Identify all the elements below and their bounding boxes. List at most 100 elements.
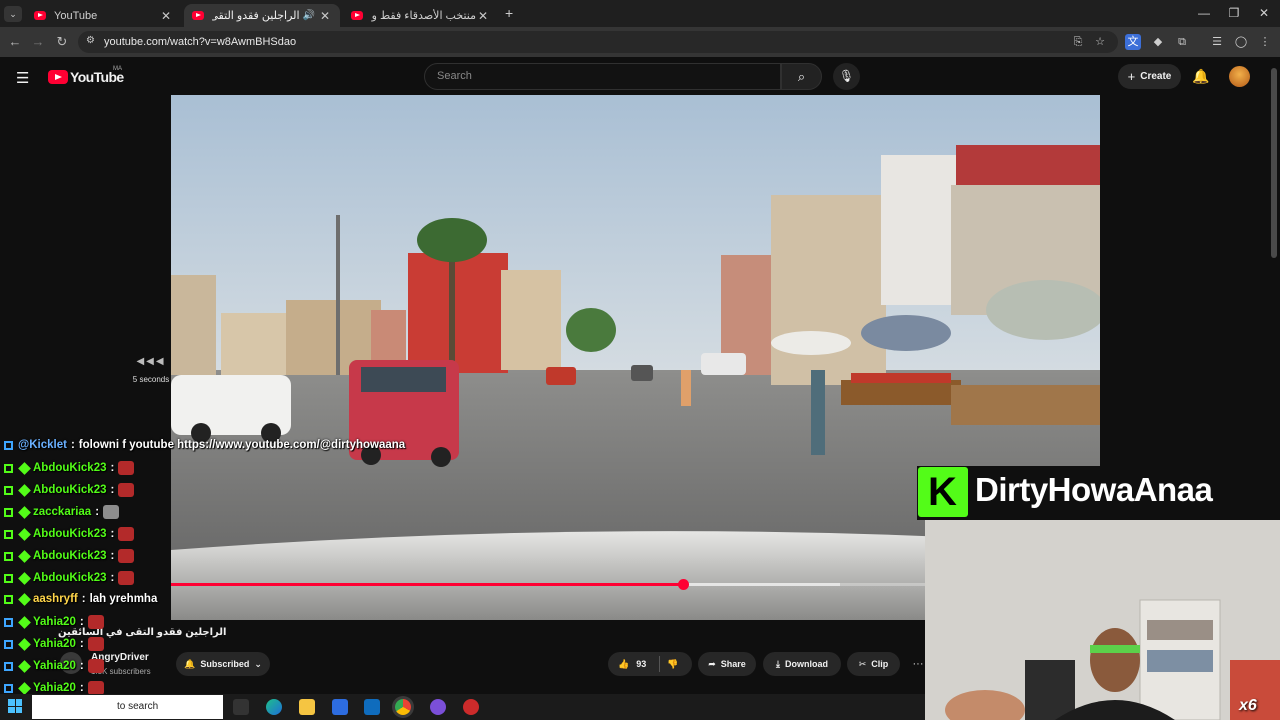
chat-username[interactable]: zacckariaa xyxy=(33,506,91,518)
dislike-thumb-icon[interactable]: 👎 xyxy=(667,659,678,670)
chat-username[interactable]: @Kicklet xyxy=(18,439,67,451)
extensions-puzzle-icon[interactable]: ⧉ xyxy=(1174,34,1190,50)
chrome-menu-icon[interactable]: ⋮ xyxy=(1257,34,1273,50)
progress-bar-played xyxy=(171,583,684,586)
chat-badge-icon xyxy=(4,551,13,561)
forward-arrow-icon[interactable]: → xyxy=(29,33,47,51)
like-thumb-icon[interactable]: 👍 xyxy=(618,659,629,670)
subscriber-badge-icon xyxy=(18,659,31,673)
task-view-icon[interactable] xyxy=(233,699,249,715)
obs-studio-icon[interactable] xyxy=(430,699,446,715)
chat-badge-icon xyxy=(4,617,13,627)
chat-username[interactable]: AbdouKick23 xyxy=(33,550,107,562)
restore-button[interactable]: ❐ xyxy=(1219,4,1249,22)
create-button[interactable]: + Create xyxy=(1118,64,1181,89)
url-text[interactable]: youtube.com/watch?v=w8AwmBHSdao xyxy=(104,36,296,48)
window-close-button[interactable]: ✕ xyxy=(1249,4,1279,22)
create-label: Create xyxy=(1140,71,1172,82)
windows-start-icon[interactable] xyxy=(8,699,22,713)
share-label: Share xyxy=(720,659,746,669)
chat-message: AbdouKick23: xyxy=(4,527,135,541)
store-icon[interactable] xyxy=(332,699,348,715)
tab-title: YouTube xyxy=(54,9,98,22)
chat-badge-icon xyxy=(4,485,13,495)
browser-tab-youtube[interactable]: YouTube ✕ xyxy=(26,4,181,27)
file-explorer-icon[interactable] xyxy=(299,699,315,715)
chat-badge-icon xyxy=(4,661,13,671)
subscriber-badge-icon xyxy=(18,592,31,606)
outlook-icon[interactable] xyxy=(364,699,380,715)
subscriber-badge-icon xyxy=(18,483,31,497)
new-tab-button[interactable]: + xyxy=(505,5,513,21)
browser-tab-active-video[interactable]: الراجلين فقدو التقى في السا 🔊 ✕ xyxy=(184,4,340,27)
chat-separator: : xyxy=(110,528,115,540)
minimize-button[interactable]: — xyxy=(1189,4,1219,22)
chat-message: zacckariaa: xyxy=(4,505,120,519)
clip-label: Clip xyxy=(871,659,889,669)
app-icon[interactable] xyxy=(463,699,479,715)
chat-text: lah yrehmha xyxy=(89,593,158,605)
voice-search-button[interactable]: 🎙 xyxy=(833,63,860,90)
subscriber-badge-icon xyxy=(18,527,31,541)
chat-username[interactable]: Yahia20 xyxy=(33,660,76,672)
search-input[interactable]: Search xyxy=(424,63,781,90)
search-button[interactable]: ⌕ xyxy=(781,63,822,90)
speaker-icon[interactable]: 🔊 xyxy=(303,10,315,21)
close-icon[interactable]: ✕ xyxy=(159,9,173,23)
browser-tab-other-video[interactable]: منتخب الأصدقاء فقط ولا مكان لـ ✕ xyxy=(343,4,498,27)
chrome-taskbar-icon[interactable] xyxy=(395,699,411,715)
chat-message: AbdouKick23: xyxy=(4,549,135,563)
close-icon[interactable]: ✕ xyxy=(476,9,490,23)
chat-username[interactable]: Yahia20 xyxy=(33,682,76,694)
bookmark-star-icon[interactable]: ☆ xyxy=(1092,34,1108,50)
chat-username[interactable]: AbdouKick23 xyxy=(33,572,107,584)
hamburger-menu-icon[interactable]: ☰ xyxy=(16,69,29,87)
install-app-icon[interactable]: ⎘ xyxy=(1070,34,1086,50)
share-button[interactable]: ➦ Share xyxy=(698,652,756,676)
plus-icon: + xyxy=(1127,69,1136,84)
chat-username[interactable]: Yahia20 xyxy=(33,638,76,650)
share-arrow-icon: ➦ xyxy=(708,658,716,669)
taskbar-search-box[interactable]: to search xyxy=(32,695,223,719)
reload-icon[interactable]: ↻ xyxy=(53,33,71,51)
chat-message: AbdouKick23: xyxy=(4,571,135,585)
close-icon[interactable]: ✕ xyxy=(318,9,332,23)
page-scrollbar[interactable] xyxy=(1271,68,1277,258)
account-avatar[interactable] xyxy=(1229,66,1250,87)
edge-browser-icon[interactable] xyxy=(266,699,282,715)
profile-icon[interactable]: ◯ xyxy=(1233,34,1249,50)
search-icon: ⌕ xyxy=(797,69,806,84)
download-button[interactable]: ⤓ Download xyxy=(763,652,841,676)
notifications-bell-icon[interactable]: 🔔 xyxy=(1192,68,1209,85)
like-count[interactable]: 93 xyxy=(636,659,646,669)
chat-username[interactable]: AbdouKick23 xyxy=(33,462,107,474)
scissors-icon: ✂ xyxy=(858,658,867,669)
tab-search-list-icon[interactable]: ☰ xyxy=(1209,34,1225,50)
back-arrow-icon[interactable]: ← xyxy=(6,33,24,51)
chat-badge-icon xyxy=(4,529,13,539)
subscribed-button[interactable]: 🔔 Subscribed ⌄ xyxy=(176,652,270,676)
progress-scrubber-handle[interactable] xyxy=(677,579,689,590)
chat-separator: : xyxy=(81,593,86,605)
chat-message: AbdouKick23: xyxy=(4,483,135,497)
chat-username[interactable]: AbdouKick23 xyxy=(33,484,107,496)
tab-search-icon[interactable]: ⌄ xyxy=(4,6,22,22)
chat-username[interactable]: AbdouKick23 xyxy=(33,528,107,540)
chat-message: Yahia20: xyxy=(4,637,104,651)
chat-username[interactable]: Yahia20 xyxy=(33,616,76,628)
extension-diamond-icon[interactable]: ◆ xyxy=(1150,34,1166,50)
youtube-favicon-icon xyxy=(34,11,46,20)
seek-back-indicator: ◀◀◀ 5 seconds xyxy=(126,356,176,384)
chat-separator: : xyxy=(79,660,84,672)
chat-username[interactable]: aashryff xyxy=(33,593,78,605)
chat-emote-icon xyxy=(118,571,135,585)
chat-separator: : xyxy=(79,682,84,694)
translate-extension-icon[interactable]: 文 xyxy=(1125,34,1141,50)
chat-emote-icon xyxy=(118,461,135,475)
site-info-icon[interactable]: ⚙ xyxy=(86,35,95,46)
clip-button[interactable]: ✂ Clip xyxy=(847,652,900,676)
chat-message: @Kicklet: folowni f youtube https://www.y… xyxy=(4,439,405,451)
chat-separator: : xyxy=(95,506,100,518)
youtube-logo-icon[interactable] xyxy=(48,70,68,84)
chat-separator: : xyxy=(110,462,115,474)
